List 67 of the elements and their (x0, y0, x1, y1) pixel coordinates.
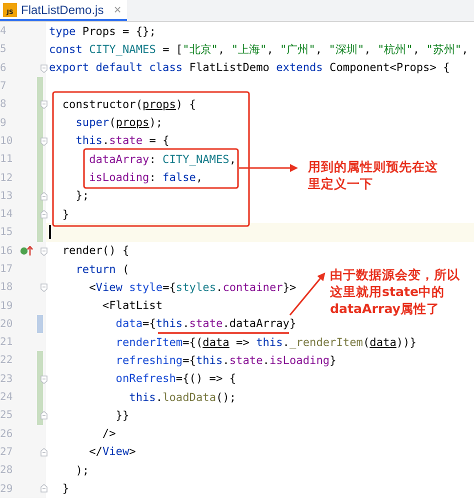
code-line: } (61, 208, 70, 221)
code-line: this.state = { (74, 134, 170, 148)
fold-icon[interactable] (40, 448, 48, 457)
line-number: 15 (0, 226, 14, 238)
code-line: super(props); (74, 116, 163, 130)
line-number: 20 (0, 318, 14, 330)
line-number: 21 (0, 336, 14, 348)
line-number: 18 (0, 281, 14, 294)
line-number: 7 (0, 80, 8, 92)
code-line: this.loadData(); (128, 390, 236, 404)
code-line: refreshing={this.state.isLoading} (114, 354, 336, 367)
code-line: /> (101, 427, 116, 440)
line-number: 26 (0, 428, 14, 440)
line-number: 8 (0, 98, 8, 110)
line-number: 10 (0, 134, 14, 147)
code-line: onRefresh={() => { (114, 372, 236, 386)
code-line: <View style={styles.container}> (88, 280, 296, 294)
code-line: type Props = {}; (49, 24, 156, 38)
change-marker[interactable] (37, 351, 43, 370)
line-number: 22 (0, 354, 14, 366)
arrow (239, 164, 298, 172)
line-number: 5 (0, 43, 8, 56)
line-number: 25 (0, 409, 14, 422)
code-line: render() { (61, 244, 130, 258)
fold-icon[interactable] (40, 64, 48, 73)
change-marker[interactable] (37, 314, 43, 334)
callout-text: 由于数据源会变，所以这里就用state中的dataArray属性了 (330, 266, 460, 317)
fold-icon[interactable] (40, 100, 48, 110)
code-line: ); (74, 464, 90, 477)
line-number: 4 (0, 25, 8, 38)
code-line: isLoading: false, (88, 171, 203, 184)
line-number: 14 (0, 208, 14, 220)
line-number: 29 (0, 482, 14, 495)
line-number: 27 (0, 446, 14, 458)
line-number: 19 (0, 300, 14, 312)
line-number: 11 (0, 153, 14, 166)
line-number: 16 (0, 244, 14, 257)
fold-icon[interactable] (40, 484, 48, 494)
fold-icon[interactable] (40, 374, 48, 384)
line-number: 23 (0, 372, 14, 385)
line-number: 12 (0, 172, 14, 184)
code-line: }; (74, 189, 90, 202)
line-number: 28 (0, 464, 14, 476)
code-line: }} (114, 408, 130, 422)
callout-text: 用到的属性则预先在这里定义一下 (308, 158, 439, 192)
line-number: 24 (0, 391, 14, 404)
code-line: data={this.state.dataArray} (114, 317, 296, 330)
fold-icon[interactable] (40, 411, 48, 420)
code-line: <FlatList (101, 299, 163, 312)
line-number: 6 (0, 62, 8, 74)
code-line: return ( (74, 262, 130, 276)
code-line: export default class FlatListDemo extends Component<Props> { (49, 61, 450, 74)
line-number: 13 (0, 190, 14, 202)
fold-icon[interactable] (40, 136, 48, 146)
line-number: 17 (0, 263, 14, 275)
line-number: 9 (0, 116, 8, 129)
code-line: } (61, 482, 70, 496)
code-line: </View> (88, 445, 136, 458)
code-line: constructor(props) { (61, 98, 196, 111)
code-line: const CITY_NAMES = ["北京", "上海", "广州", "深圳", "杭州", "苏州", (49, 42, 468, 57)
override-icon[interactable] (20, 246, 34, 256)
code-line: renderItem={(data => this._renderItem(data))} (114, 336, 416, 349)
fold-icon[interactable] (40, 246, 48, 256)
change-marker[interactable] (37, 76, 43, 96)
code-line: dataArray: CITY_NAMES, (88, 152, 236, 166)
change-marker[interactable] (37, 223, 43, 242)
fold-icon[interactable] (40, 283, 48, 292)
